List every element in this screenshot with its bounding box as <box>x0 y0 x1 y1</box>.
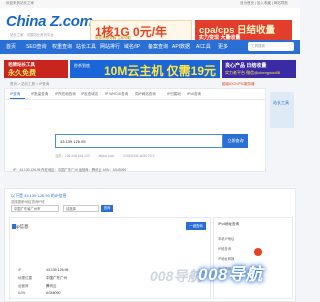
sidebar-label: 站长工具 <box>273 100 289 105</box>
info-row: 运营商 腾讯云 <box>18 284 57 289</box>
panel-title: IPv4地址查询 <box>218 222 240 226</box>
banner-ad-hosting[interactable]: 秒杀到底 10M云主机 仅需19元 <box>70 60 220 78</box>
nav-item-tools[interactable]: 站长工具 <box>76 43 96 50</box>
notification-dot <box>254 248 262 256</box>
nav-item-weight[interactable]: 权重查询 <box>52 43 72 50</box>
row-key: IP <box>18 268 22 272</box>
nav-item-domain[interactable]: 域名/IP <box>124 43 140 50</box>
tab-ip-whois[interactable]: IP WHOIS查询 <box>105 92 128 97</box>
nav-item-more[interactable]: 更多 <box>218 43 228 50</box>
query-button[interactable]: 立即查询 <box>223 134 248 148</box>
row-key: ASN <box>18 291 26 295</box>
banner-line: 良心产品 日结收量 <box>225 63 267 69</box>
nav-item-icp[interactable]: 备案查询 <box>148 43 168 50</box>
utility-links[interactable]: 设为首页 | 加入收藏 | 网站导航 <box>240 1 288 6</box>
header-ad-cpa[interactable]: cpa/cps 日结收量 实力变现 大量收量 <box>195 20 292 42</box>
row-value: 43.139.126.95 <box>46 268 69 272</box>
hint-ipv6[interactable]: 2408:8150:a030:23:2 <box>123 154 154 158</box>
row-value: AS45090 <box>46 291 61 295</box>
nav-item-ai[interactable]: AI工具 <box>196 43 211 50</box>
region-query-button[interactable]: 查询 <box>101 205 113 212</box>
banner-line: 10M云主机 仅需19元 <box>104 64 217 78</box>
tab-ip-belong[interactable]: IP归属地 <box>167 92 181 97</box>
info-row: IP 43.139.126.95 <box>18 268 68 272</box>
tool-link[interactable]: 本机IP地址 <box>218 236 234 241</box>
nav-search-input[interactable]: 工具搜索 <box>248 42 294 51</box>
banner-line: 秒杀到底 <box>74 63 90 68</box>
breadcrumb[interactable]: 首页 > 站长工具 > IP查询 <box>10 82 49 87</box>
site-header: China Z.com 站长之家 · 中国站长资讯平台 1核1G 0元/年 免费… <box>0 8 300 44</box>
banner-ad-partner[interactable]: 良心产品 日结收量 实力老平台 微信@chengxun88 <box>222 60 296 78</box>
tab-same-ip[interactable]: 同IP网站查询 <box>135 92 156 97</box>
active-tab-indicator <box>10 98 25 99</box>
banner-ad-tools[interactable]: 老牌站长工具 永久免费 <box>4 60 68 78</box>
row-value: 腾讯云 <box>46 284 57 288</box>
nav-item-api[interactable]: API数据 <box>172 43 190 50</box>
row-value: 中国广东广州 <box>46 276 67 280</box>
tool-tabs: IP查询 IP批量查询 IP所在地查询 IP反查域名 IP WHOIS查询 同I… <box>5 89 265 100</box>
sidebar-promo[interactable]: 站长工具 <box>270 92 294 128</box>
tab-ip-batch[interactable]: IP批量查询 <box>31 92 48 97</box>
hint-domain[interactable]: aliyun.com <box>99 154 115 158</box>
row-key: 运营商 <box>18 284 29 288</box>
watermark-ghost: 008导航 <box>150 268 202 284</box>
tab-ip-reverse[interactable]: IP反查域名 <box>81 92 98 97</box>
info-row: ASN AS45090 <box>18 291 60 295</box>
logo-tagline: 站长之家 · 中国站长资讯平台 <box>10 33 54 37</box>
ip-query-card: IP查询 IP批量查询 IP所在地查询 IP反查域名 IP WHOIS查询 同I… <box>4 88 266 172</box>
watermark-logo: 008导航 <box>198 265 263 284</box>
nav-item-rank[interactable]: 网站排行 <box>100 43 120 50</box>
welcome-text: 欢迎来到站长之家 <box>6 1 34 5</box>
ip-info-pane: ip信息 一键查询 IP 43.139.126.95 地理位置 中国广东广州 运营商… <box>9 217 211 299</box>
info-row: 地理位置 中国广东广州 <box>18 276 67 281</box>
site-logo[interactable]: China Z.com <box>6 13 93 30</box>
main-nav: 首页 SEO查询 权重查询 站长工具 网站排行 域名/IP 备案查询 API数据… <box>0 40 300 54</box>
ipv4-tools-panel: IPv4地址查询 本机IP地址 IP段查询 IP地址转换 IPv6转换 <box>213 217 293 299</box>
query-hints: 当前：106.246.154.123 aliyun.com 2408:8150:… <box>55 153 162 158</box>
tab-ip-location[interactable]: IP所在地查询 <box>55 92 76 97</box>
nav-item-home[interactable]: 首页 <box>6 43 16 50</box>
banner-line: 实力老平台 微信@chengxun88 <box>225 70 280 75</box>
row-key: 地理位置 <box>18 276 32 280</box>
breadcrumb-promo-link[interactable]: 越南IDC/VPS/服务器 <box>222 82 254 87</box>
tool-link[interactable]: IP段查询 <box>218 246 231 251</box>
banner-line: 永久免费 <box>8 70 36 77</box>
tab-ipv6[interactable]: IPv6查询 <box>187 92 201 97</box>
hint-current-ip[interactable]: 当前：106.246.154.123 <box>55 154 90 158</box>
result-summary: IP：43.139.126.95 所在地区：中国广东广州 运营商：腾讯云 ASN… <box>13 168 127 172</box>
region-select[interactable]: 中国广东省广州市 <box>11 205 59 212</box>
nav-item-seo[interactable]: SEO查询 <box>26 43 47 50</box>
city-select[interactable]: 请选择 <box>63 205 99 212</box>
tab-ip-query[interactable]: IP查询 <box>10 92 20 97</box>
section-subtitle: 选择国家/地区查询IP段 <box>11 200 45 204</box>
pane-title: ip信息 <box>16 224 29 229</box>
one-click-query-button[interactable]: 一键查询 <box>186 222 206 230</box>
ip-search-input[interactable]: 43.139.126.95 <box>55 134 223 148</box>
